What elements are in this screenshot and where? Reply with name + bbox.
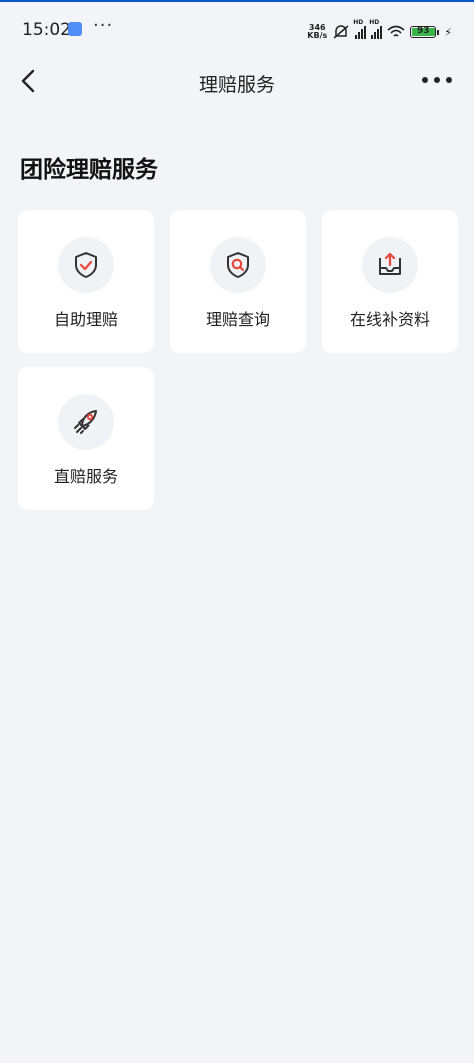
charging-icon: ⚡: [444, 25, 452, 39]
service-label: 在线补资料: [349, 310, 430, 329]
wifi-icon: [387, 25, 405, 37]
service-card-direct-claim[interactable]: 直赔服务: [18, 367, 154, 510]
status-more-dots: ···: [93, 15, 114, 36]
network-speed: 346 KB/s: [307, 24, 327, 40]
icon-circle: [58, 394, 114, 450]
service-card-claim-query[interactable]: 理赔查询: [170, 210, 306, 353]
service-label: 直赔服务: [53, 467, 118, 486]
battery-icon: 93: [410, 26, 440, 38]
icon-circle: [210, 237, 266, 293]
service-card-upload-documents[interactable]: 在线补资料: [322, 210, 458, 353]
service-card-self-claim[interactable]: 自助理赔: [18, 210, 154, 353]
more-options-icon[interactable]: [422, 70, 452, 90]
tray-upload-icon: [379, 252, 401, 275]
rocket-icon: [74, 410, 97, 434]
signal-hd-label-2: HD: [369, 19, 380, 26]
status-bar: 15:02 ··· 346 KB/s HD HD 93 ⚡: [0, 2, 474, 58]
shield-check-icon: [75, 252, 97, 278]
nav-bar: 理赔服务: [0, 58, 474, 106]
service-label: 自助理赔: [53, 310, 118, 329]
signal-icon-2: HD: [369, 19, 383, 39]
battery-level: 93: [417, 26, 430, 36]
status-time: 15:02: [22, 20, 71, 40]
icon-circle: [58, 237, 114, 293]
section-title: 团险理赔服务: [20, 157, 158, 183]
status-icons: 346 KB/s HD HD 93 ⚡: [307, 19, 452, 42]
page-title: 理赔服务: [198, 74, 275, 96]
mute-bell-icon: [333, 25, 349, 39]
icon-circle: [362, 237, 418, 293]
service-label: 理赔查询: [205, 310, 270, 329]
signal-hd-label-1: HD: [353, 19, 364, 26]
app-notification-icon: [68, 22, 82, 36]
shield-search-icon: [227, 252, 249, 278]
network-speed-unit: KB/s: [307, 31, 328, 40]
signal-icon-1: HD: [353, 19, 367, 39]
